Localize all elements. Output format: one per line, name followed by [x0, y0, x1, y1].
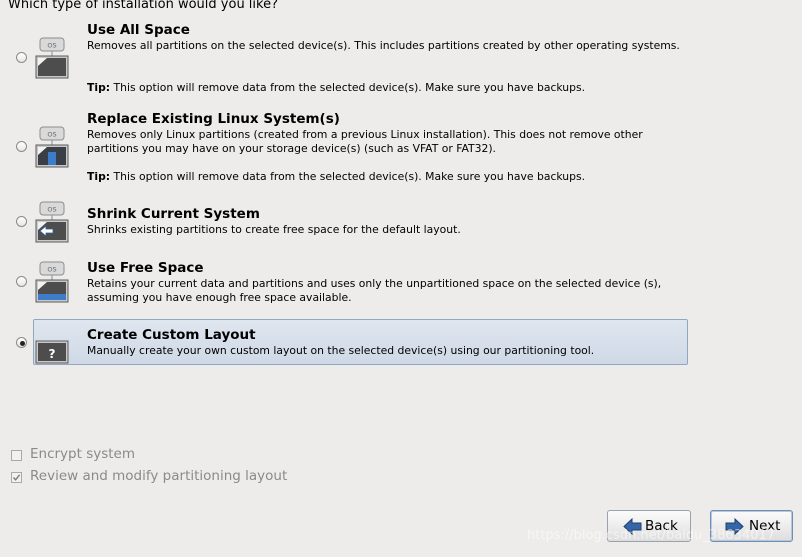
disk-custom-icon: ? [35, 340, 69, 364]
option-tip: Tip: This option will remove data from t… [87, 81, 585, 94]
option-title: Shrink Current System [87, 206, 260, 222]
option-title: Replace Existing Linux System(s) [87, 111, 340, 127]
os-badge-text: OS [47, 42, 56, 50]
disk-shrink-icon: OS [35, 201, 69, 243]
radio-use-free-space[interactable] [16, 276, 27, 287]
disk-free-icon: OS [35, 261, 69, 303]
option-description: Retains your current data and partitions… [87, 277, 662, 304]
radio-shrink-current[interactable] [16, 216, 27, 227]
tip-label: Tip: [87, 81, 111, 94]
option-description: Shrinks existing partitions to create fr… [87, 223, 461, 236]
checkmark-icon [12, 474, 21, 481]
tip-text: This option will remove data from the se… [110, 170, 586, 183]
review-layout-label: Review and modify partitioning layout [30, 468, 288, 484]
option-title: Use Free Space [87, 260, 204, 276]
option-tip: Tip: This option will remove data from t… [87, 170, 585, 183]
option-description: Removes all partitions on the selected d… [87, 39, 680, 52]
tip-label: Tip: [87, 170, 111, 183]
encrypt-system-checkbox[interactable] [11, 450, 22, 461]
radio-replace-linux[interactable] [16, 141, 27, 152]
encrypt-system-label: Encrypt system [30, 446, 136, 462]
option-title: Use All Space [87, 22, 190, 38]
watermark-text: https://blog.csdn.net/baidu_38634017 [527, 528, 776, 543]
os-badge-text: OS [47, 131, 56, 139]
radio-create-custom-layout[interactable] [16, 337, 27, 348]
page-heading: Which type of installation would you lik… [8, 0, 278, 12]
os-badge-text: OS [47, 206, 56, 214]
disk-linux-icon: OS [35, 126, 69, 168]
option-description: Removes only Linux partitions (created f… [87, 128, 643, 155]
question-glyph: ? [49, 347, 56, 361]
option-title: Create Custom Layout [87, 327, 256, 343]
review-layout-checkbox[interactable] [11, 472, 22, 483]
tip-text: This option will remove data from the se… [110, 81, 586, 94]
disk-os-icon: OS [35, 37, 69, 79]
os-badge-text: OS [47, 266, 56, 274]
radio-use-all-space[interactable] [16, 52, 27, 63]
option-description: Manually create your own custom layout o… [87, 344, 595, 357]
